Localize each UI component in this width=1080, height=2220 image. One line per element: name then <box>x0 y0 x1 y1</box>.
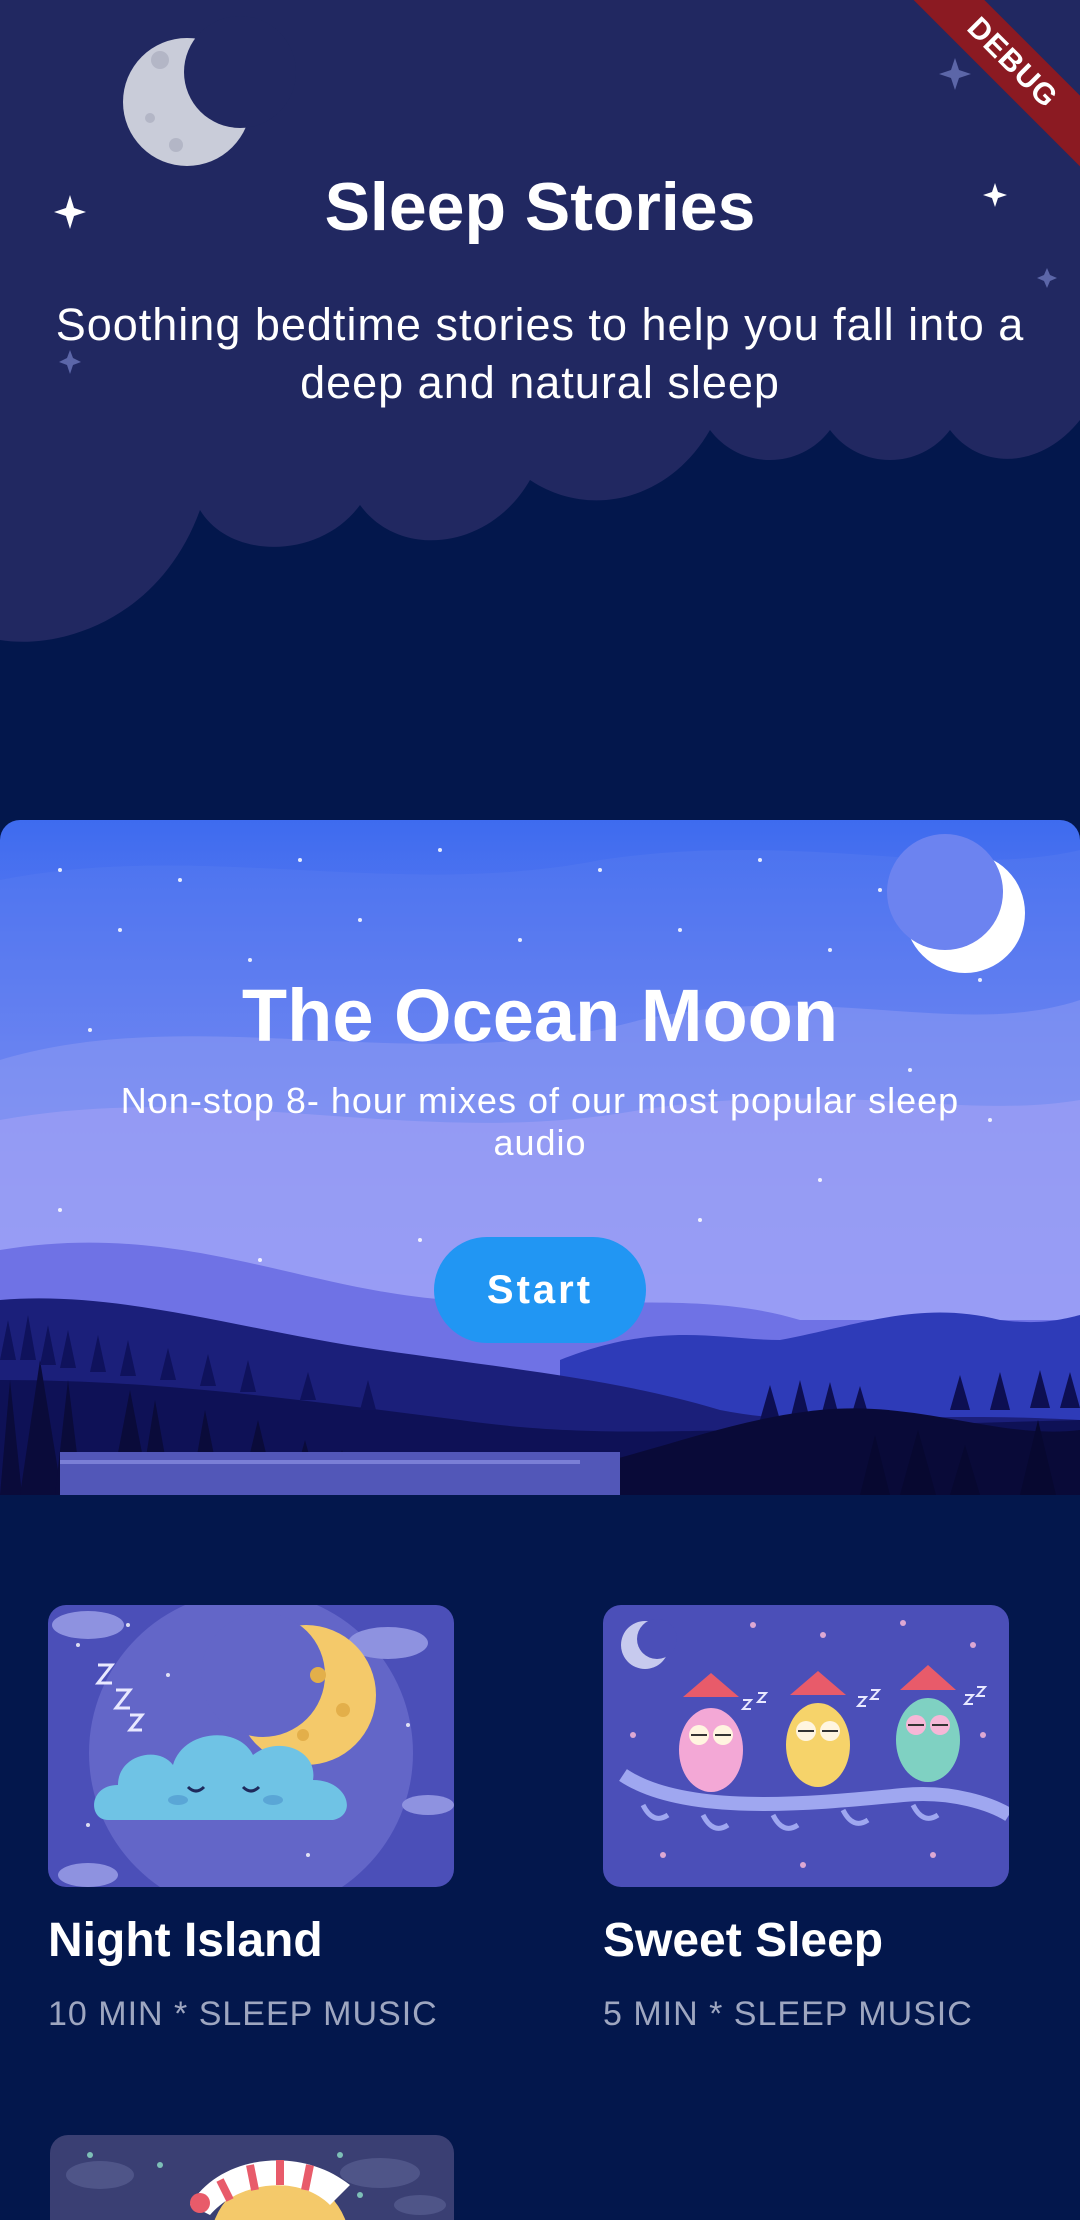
debug-label: DEBUG <box>902 0 1080 173</box>
start-button[interactable]: Start <box>434 1237 646 1343</box>
card-meta: 10 MIN * SLEEP MUSIC <box>48 1995 438 2033</box>
page-subtitle: Soothing bedtime stories to help you fal… <box>55 299 1025 408</box>
card-title: Night Island <box>48 1914 323 1967</box>
partial-thumbnail[interactable] <box>50 2135 454 2220</box>
owls-illustration <box>603 1605 1009 1887</box>
card-title: Sweet Sleep <box>603 1914 884 1967</box>
sleep-stories-screen: Sleep Stories Soothing bedtime stories t… <box>0 0 1080 2220</box>
night-island-thumbnail[interactable] <box>48 1605 454 1887</box>
cloud-moon-illustration <box>48 1605 454 1887</box>
sweet-sleep-thumbnail[interactable] <box>603 1605 1009 1887</box>
debug-banner: DEBUG <box>900 0 1080 180</box>
featured-subtitle: Non-stop 8- hour mixes of our most popul… <box>120 1080 960 1163</box>
moon-cap-illustration <box>50 2135 454 2220</box>
card-meta: 5 MIN * SLEEP MUSIC <box>603 1995 973 2033</box>
featured-title: The Ocean Moon <box>241 974 839 1057</box>
